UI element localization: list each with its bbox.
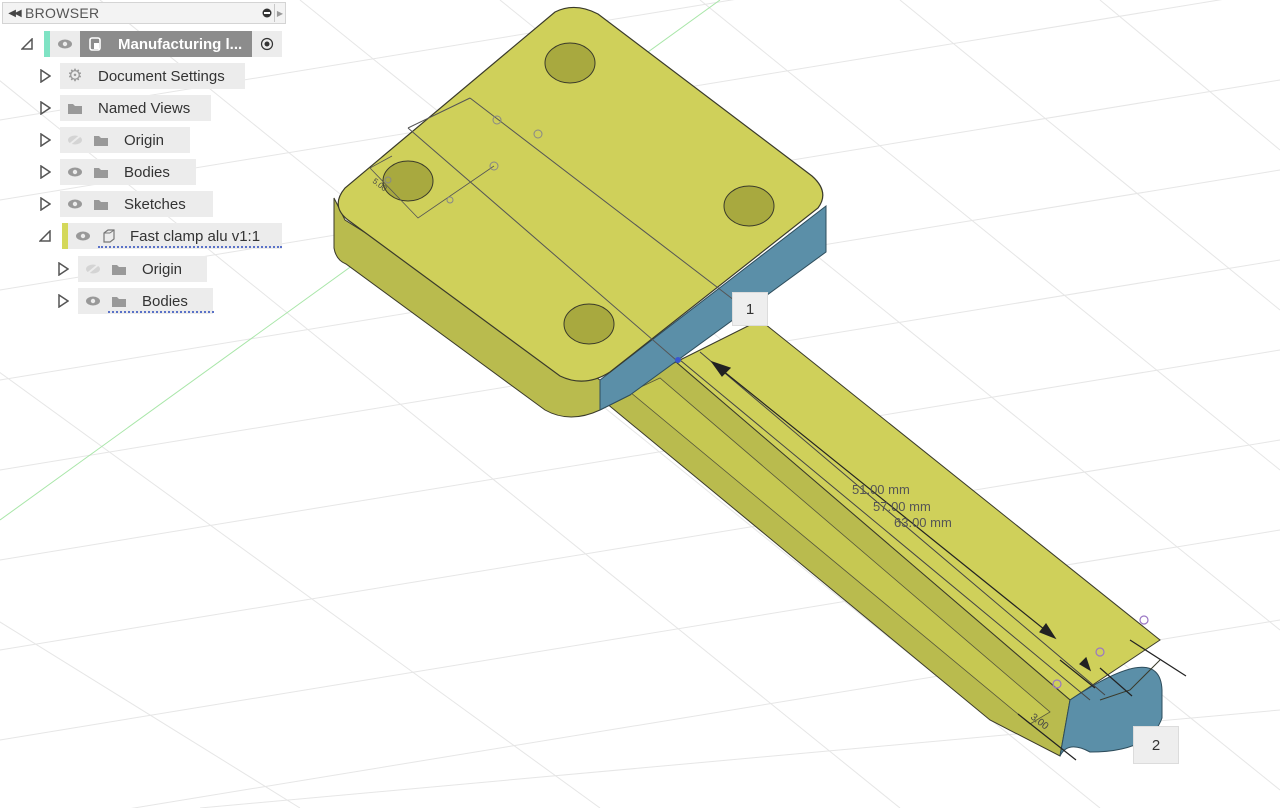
child-bodies-dotted-underline bbox=[108, 311, 214, 313]
component-label: Fast clamp alu v1:1 bbox=[130, 227, 261, 245]
eye-icon[interactable] bbox=[66, 163, 84, 181]
callout-2-label: 2 bbox=[1151, 736, 1161, 754]
tree-item-origin[interactable]: Origin bbox=[0, 127, 260, 153]
named-views-label: Named Views bbox=[98, 99, 191, 117]
folder-icon bbox=[92, 163, 110, 181]
radio-active-icon[interactable] bbox=[258, 35, 276, 53]
tree-item-bodies[interactable]: Bodies bbox=[0, 159, 260, 185]
tree-item-child-bodies[interactable]: Bodies bbox=[0, 288, 260, 314]
sketches-pill[interactable]: Sketches bbox=[60, 191, 213, 217]
collapsed-arrow-icon[interactable] bbox=[56, 262, 70, 276]
folder-icon bbox=[66, 99, 84, 117]
document-settings-label: Document Settings bbox=[98, 67, 225, 85]
sketches-label: Sketches bbox=[124, 195, 186, 213]
origin-pill[interactable]: Origin bbox=[60, 127, 190, 153]
callout-1-label: 1 bbox=[745, 300, 755, 318]
component-dotted-underline bbox=[98, 246, 282, 248]
document-settings-pill[interactable]: ⚙ Document Settings bbox=[60, 63, 245, 89]
active-radio-pill[interactable] bbox=[252, 31, 282, 57]
browser-title: BROWSER bbox=[25, 5, 100, 21]
collapsed-arrow-icon[interactable] bbox=[38, 69, 52, 83]
origin-point[interactable] bbox=[675, 357, 681, 363]
callout-2[interactable]: 2 bbox=[1133, 726, 1179, 764]
child-origin-label: Origin bbox=[142, 260, 183, 278]
sketch-point[interactable] bbox=[1139, 615, 1149, 625]
expanded-arrow-icon[interactable] bbox=[20, 37, 34, 51]
tree-root[interactable]: Manufacturing l... bbox=[0, 31, 290, 57]
root-label: Manufacturing l... bbox=[118, 35, 243, 53]
folder-icon bbox=[110, 260, 128, 278]
collapsed-arrow-icon[interactable] bbox=[38, 101, 52, 115]
dimension-label-57[interactable]: 57.00 mm bbox=[873, 499, 931, 514]
named-views-pill[interactable]: Named Views bbox=[60, 95, 211, 121]
origin-label: Origin bbox=[124, 131, 165, 149]
eye-icon[interactable] bbox=[74, 227, 92, 245]
collapsed-arrow-icon[interactable] bbox=[56, 294, 70, 308]
double-left-arrow-icon[interactable]: ◀◀ bbox=[3, 8, 25, 19]
eye-hidden-icon[interactable] bbox=[84, 260, 102, 278]
document-icon bbox=[86, 35, 104, 53]
gear-icon: ⚙ bbox=[67, 66, 83, 85]
root-eye-pill[interactable] bbox=[50, 31, 80, 57]
bodies-label: Bodies bbox=[124, 163, 170, 181]
child-bodies-label: Bodies bbox=[142, 292, 188, 310]
eye-icon[interactable] bbox=[56, 35, 74, 53]
child-origin-pill[interactable]: Origin bbox=[78, 256, 207, 282]
eye-icon[interactable] bbox=[84, 292, 102, 310]
folder-icon bbox=[110, 292, 128, 310]
model-viewport[interactable]: 5.00 51.00 mm 57.00 mm 63.00 mm 3.00 bbox=[0, 0, 1280, 808]
tree-item-component[interactable]: Fast clamp alu v1:1 bbox=[0, 223, 290, 249]
collapsed-arrow-icon[interactable] bbox=[38, 197, 52, 211]
collapsed-arrow-icon[interactable] bbox=[38, 165, 52, 179]
dimension-label-51[interactable]: 51.00 mm bbox=[852, 482, 910, 497]
bodies-pill[interactable]: Bodies bbox=[60, 159, 196, 185]
collapsed-arrow-icon[interactable] bbox=[38, 133, 52, 147]
eye-hidden-icon[interactable] bbox=[66, 131, 84, 149]
folder-icon bbox=[92, 131, 110, 149]
tree-item-named-views[interactable]: Named Views bbox=[0, 95, 260, 121]
dimension-label-63[interactable]: 63.00 mm bbox=[894, 515, 952, 530]
component-icon bbox=[100, 227, 118, 245]
root-label-pill[interactable]: Manufacturing l... bbox=[80, 31, 252, 57]
tree-item-document-settings[interactable]: ⚙ Document Settings bbox=[0, 63, 260, 89]
browser-header[interactable]: ◀◀ BROWSER ▶ bbox=[2, 2, 286, 24]
expanded-arrow-icon[interactable] bbox=[38, 229, 52, 243]
pin-icon[interactable] bbox=[260, 6, 274, 20]
folder-icon bbox=[92, 195, 110, 213]
callout-1[interactable]: 1 bbox=[732, 292, 768, 326]
panel-grip-icon[interactable]: ▶ bbox=[274, 4, 285, 22]
tree-item-sketches[interactable]: Sketches bbox=[0, 191, 260, 217]
eye-icon[interactable] bbox=[66, 195, 84, 213]
tree-item-child-origin[interactable]: Origin bbox=[0, 256, 260, 282]
